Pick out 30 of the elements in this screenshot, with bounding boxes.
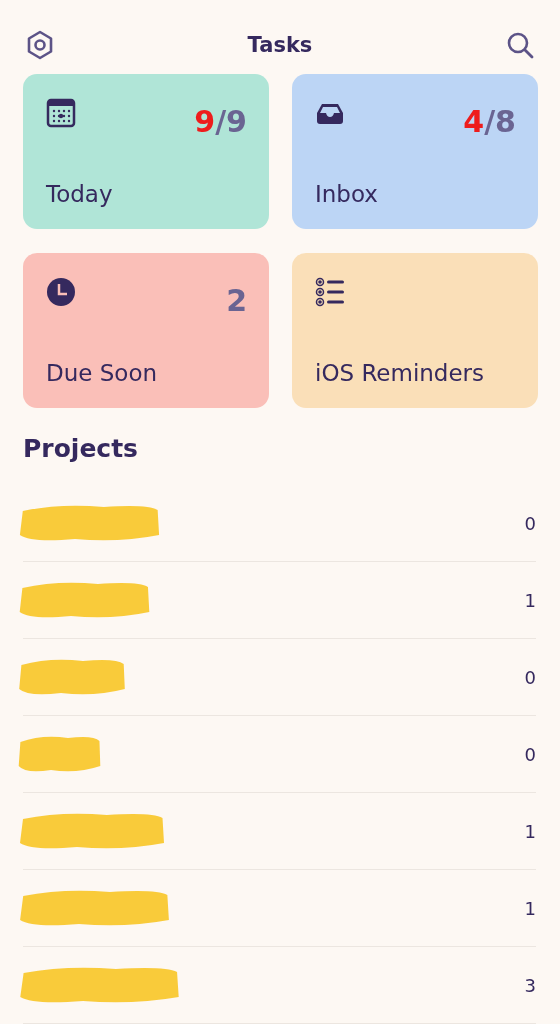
- project-count: 0: [524, 666, 536, 688]
- project-row[interactable]: 0: [23, 639, 536, 716]
- section-heading: Projects: [23, 434, 139, 463]
- card-label: Today: [46, 181, 114, 207]
- project-row[interactable]: 3: [23, 947, 536, 1024]
- project-count: 0: [524, 743, 536, 765]
- project-row[interactable]: 0: [23, 716, 536, 793]
- task-count: 4/8: [463, 104, 516, 139]
- project-count: 1: [524, 589, 536, 611]
- task-count: 9/9: [194, 104, 247, 139]
- category-card[interactable]: iOS Reminders: [292, 253, 538, 408]
- category-card[interactable]: 9/9 Today: [23, 74, 269, 229]
- task-count: 2: [226, 283, 247, 318]
- calendar-icon: [46, 98, 76, 128]
- project-count: 3: [524, 974, 536, 996]
- category-card[interactable]: 4/8 Inbox: [292, 74, 538, 229]
- clock-icon: [46, 277, 76, 307]
- project-count: 1: [524, 897, 536, 919]
- project-row[interactable]: 1: [23, 793, 536, 870]
- project-row[interactable]: 0: [23, 485, 536, 562]
- project-row[interactable]: 1: [23, 562, 536, 639]
- list-icon: [315, 277, 345, 307]
- category-card[interactable]: 2 Due Soon: [23, 253, 269, 408]
- card-label: Due Soon: [46, 360, 159, 386]
- project-row[interactable]: 1: [23, 870, 536, 947]
- page-title: Tasks: [247, 33, 313, 57]
- project-count: 0: [524, 512, 536, 534]
- card-label: iOS Reminders: [315, 360, 486, 386]
- card-label: Inbox: [315, 181, 379, 207]
- project-count: 1: [524, 820, 536, 842]
